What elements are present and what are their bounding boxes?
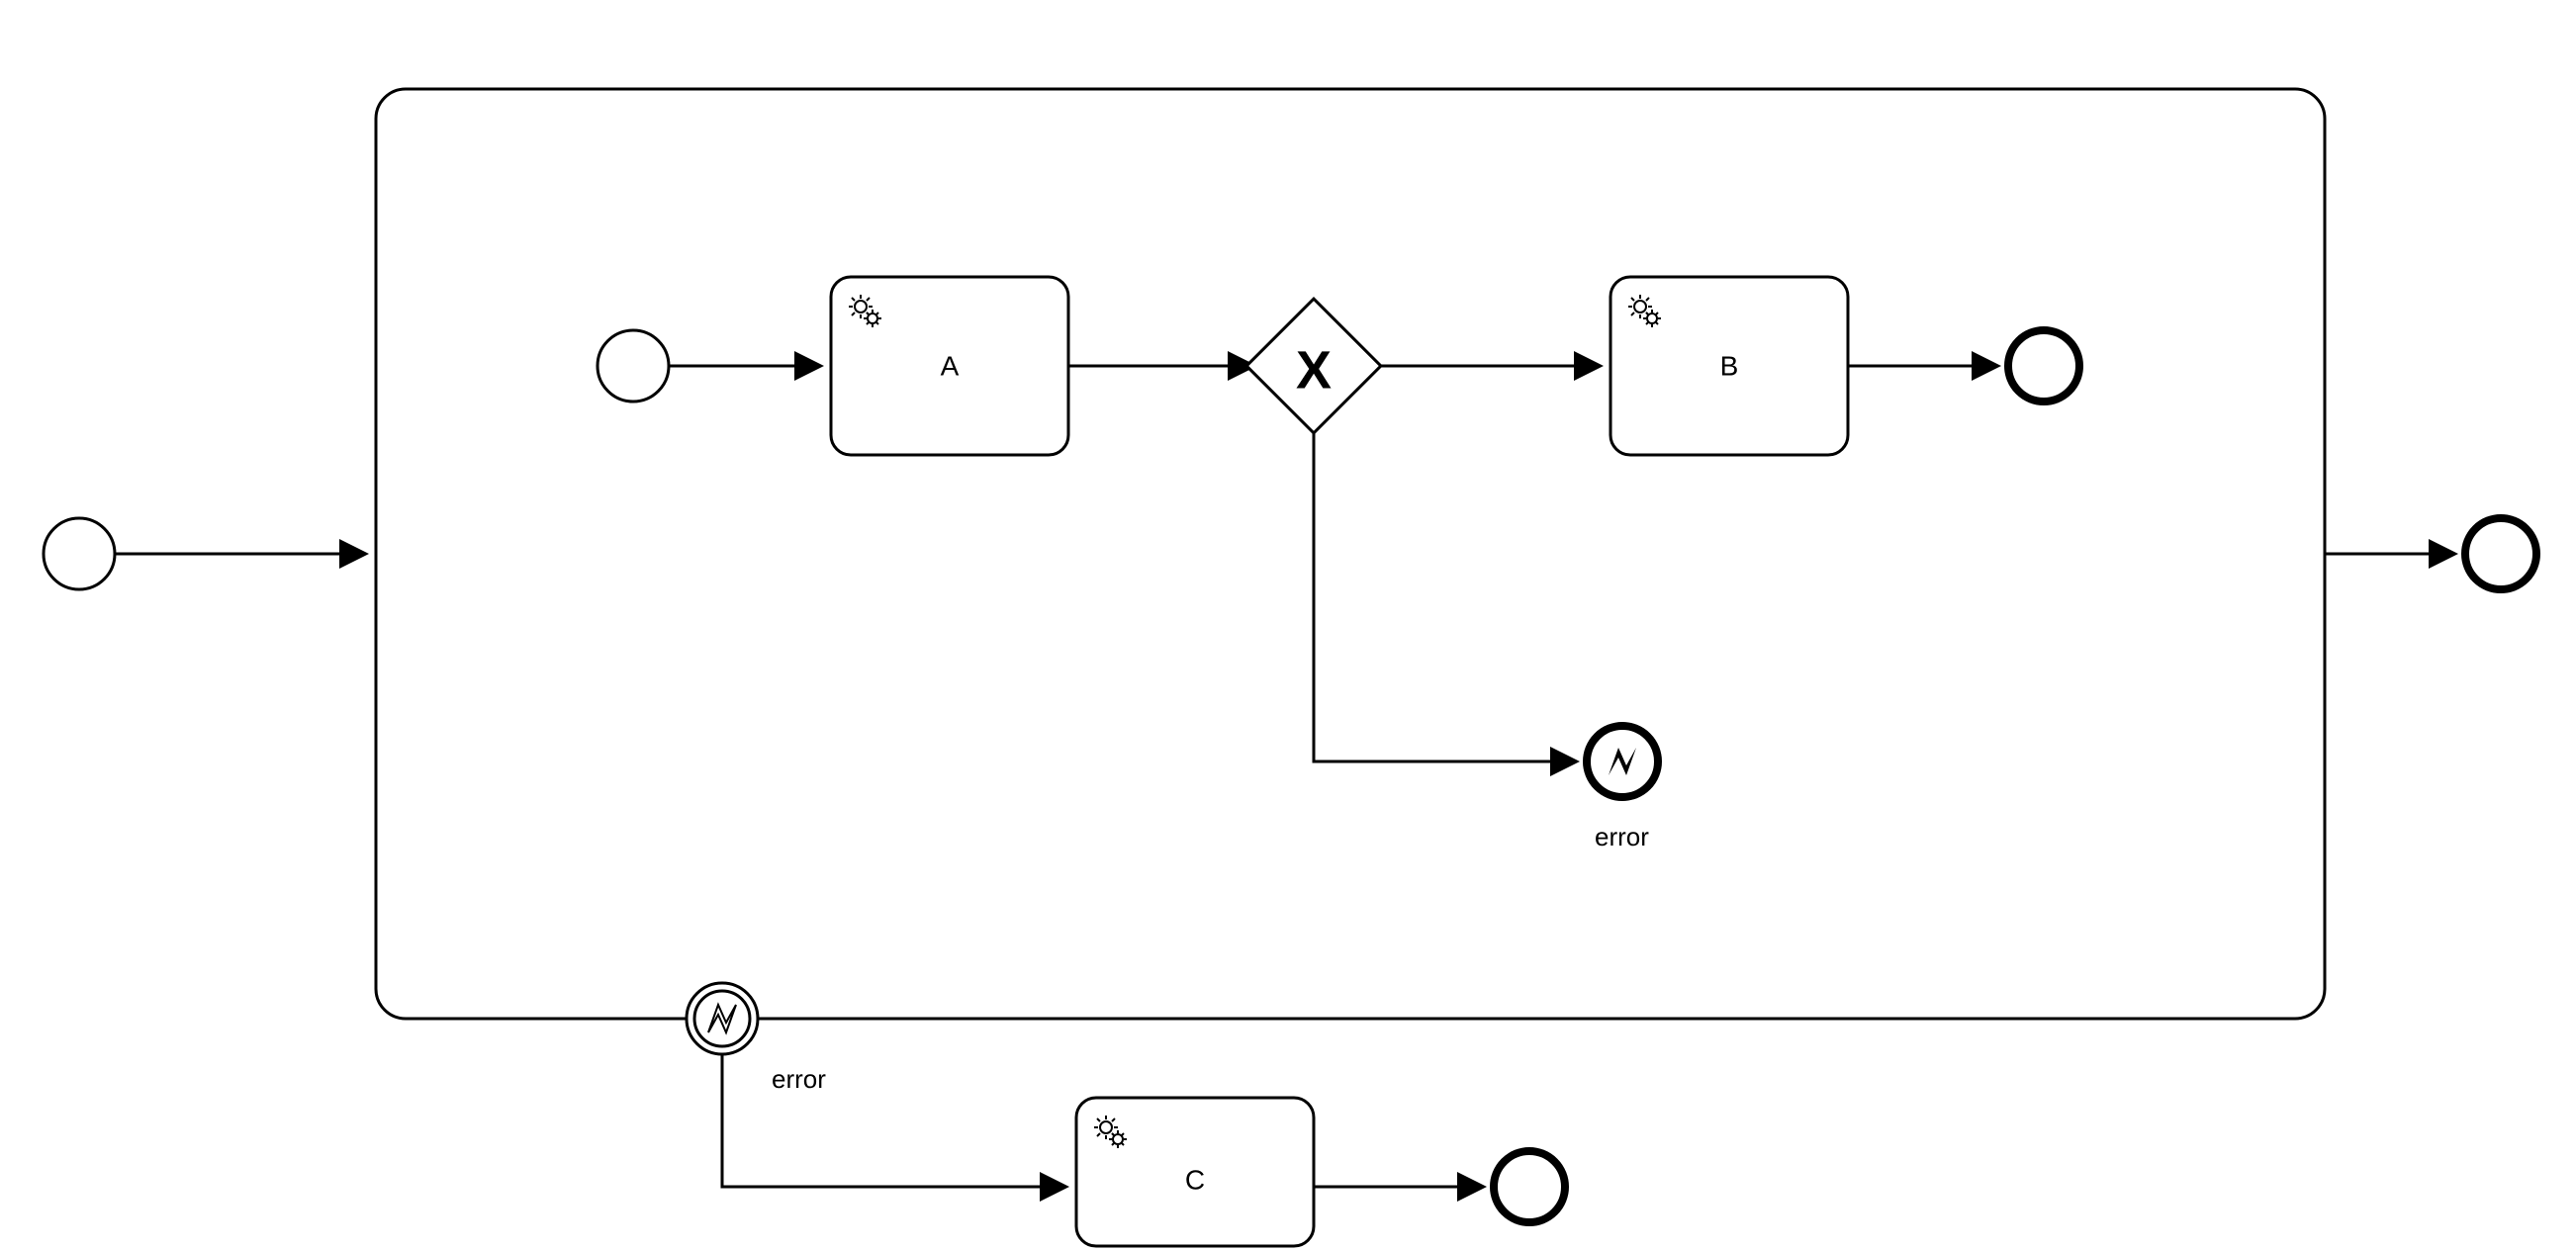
bpmn-diagram: A X B error error C: [0, 0, 2576, 1252]
task-a-label: A: [941, 350, 960, 381]
boundary-error-event[interactable]: [687, 983, 758, 1054]
outer-start-event[interactable]: [44, 518, 115, 589]
exclusive-gateway[interactable]: X: [1246, 299, 1381, 433]
flow-gateway-to-error-end: [1314, 433, 1577, 761]
task-c-label: C: [1185, 1164, 1205, 1195]
task-a[interactable]: A: [831, 277, 1068, 455]
task-b-label: B: [1720, 350, 1739, 381]
error-end-label: error: [1595, 822, 1649, 851]
task-c[interactable]: C: [1076, 1098, 1314, 1246]
lower-end-event[interactable]: [1494, 1151, 1565, 1222]
x-icon: X: [1296, 340, 1332, 400]
task-b[interactable]: B: [1610, 277, 1848, 455]
outer-end-event[interactable]: [2465, 518, 2536, 589]
inner-start-event[interactable]: [598, 330, 669, 402]
inner-end-event[interactable]: [2008, 330, 2079, 402]
subprocess-container[interactable]: [376, 89, 2325, 1019]
boundary-error-label: error: [772, 1064, 826, 1094]
error-end-event[interactable]: [1587, 726, 1658, 797]
